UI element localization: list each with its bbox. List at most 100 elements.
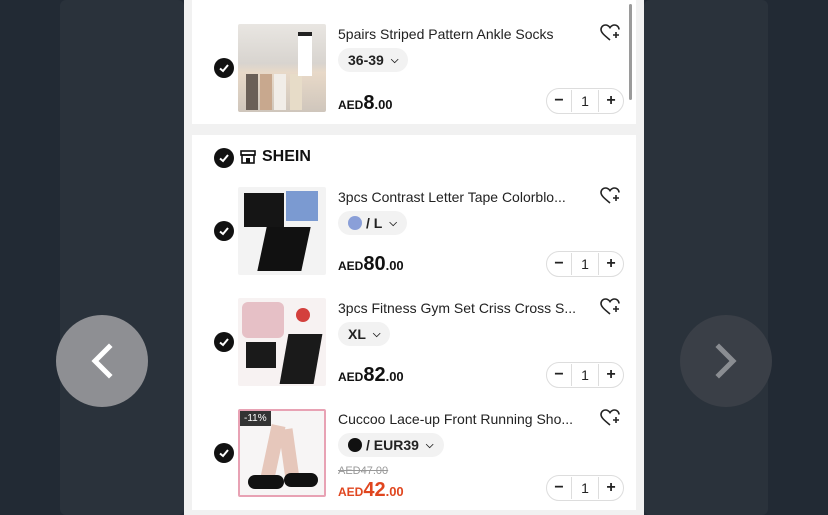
store-icon <box>240 150 256 164</box>
increase-quantity-button[interactable]: + <box>599 479 623 497</box>
bra-shape <box>286 191 318 221</box>
increase-quantity-button[interactable]: + <box>599 92 623 110</box>
price-integer: 80 <box>363 253 386 275</box>
background-page-left <box>60 0 184 515</box>
price-currency: AED <box>338 259 364 273</box>
color-swatch <box>348 438 362 452</box>
chevron-down-icon: ⌵ <box>390 54 399 66</box>
product-price: AED80.00 <box>338 253 404 276</box>
variant-label: / EUR39 <box>366 437 419 453</box>
leg-shape <box>278 428 300 480</box>
product-title[interactable]: 5pairs Striped Pattern Ankle Socks <box>338 26 588 42</box>
check-icon <box>219 338 229 347</box>
item-checkbox[interactable] <box>214 443 234 463</box>
leggings-shape <box>279 334 323 384</box>
check-icon <box>219 449 229 458</box>
hoodie-shape <box>242 302 284 338</box>
product-title[interactable]: Cuccoo Lace-up Front Running Sho... <box>338 411 588 427</box>
price-decimal: .00 <box>385 369 404 384</box>
discount-badge: -11% <box>240 411 271 426</box>
price-decimal: .00 <box>385 258 404 273</box>
product-title[interactable]: 3pcs Contrast Letter Tape Colorblo... <box>338 189 588 205</box>
variant-label: 36-39 <box>348 52 384 68</box>
quantity-value[interactable]: 1 <box>571 90 599 112</box>
cart-screenshot: 5pairs Striped Pattern Ankle Socks 36-39… <box>184 0 644 515</box>
shoe-shape <box>248 475 284 489</box>
bra-shape <box>246 342 276 368</box>
store-header[interactable]: SHEIN <box>240 148 311 166</box>
sale-price: AED42.00 <box>338 479 404 502</box>
sock-shape <box>298 32 312 76</box>
price-integer: 82 <box>363 364 386 386</box>
decrease-quantity-button[interactable]: − <box>547 92 571 110</box>
quantity-stepper: − 1 + <box>546 475 624 501</box>
quantity-stepper: − 1 + <box>546 88 624 114</box>
product-image[interactable]: -11% <box>238 409 326 497</box>
product-image[interactable] <box>238 187 326 275</box>
sock-shape <box>246 74 258 110</box>
heart-plus-icon[interactable] <box>600 187 620 205</box>
item-checkbox[interactable] <box>214 58 234 78</box>
quantity-value[interactable]: 1 <box>571 477 599 499</box>
chevron-down-icon: ⌵ <box>389 217 397 229</box>
decrease-quantity-button[interactable]: − <box>547 366 571 384</box>
chevron-right-icon <box>715 343 737 379</box>
variant-selector[interactable]: / L ⌵ <box>338 211 407 235</box>
chevron-down-icon: ⌵ <box>425 439 434 451</box>
sock-shape <box>260 74 272 110</box>
cart-item: -11% Cuccoo Lace-up Front Running Sho...… <box>192 403 636 503</box>
check-icon <box>219 227 229 236</box>
product-title[interactable]: 3pcs Fitness Gym Set Criss Cross S... <box>338 300 588 316</box>
heart-plus-icon[interactable] <box>600 24 620 42</box>
leggings-shape <box>257 227 311 271</box>
color-swatch <box>348 216 362 230</box>
cart-item: 5pairs Striped Pattern Ankle Socks 36-39… <box>192 18 636 118</box>
price-currency: AED <box>338 370 364 384</box>
item-checkbox[interactable] <box>214 332 234 352</box>
item-checkbox[interactable] <box>214 221 234 241</box>
check-icon <box>219 154 229 163</box>
variant-label: XL <box>348 326 366 342</box>
increase-quantity-button[interactable]: + <box>599 366 623 384</box>
variant-selector[interactable]: 36-39 ⌵ <box>338 48 409 72</box>
price-currency: AED <box>338 98 364 112</box>
shoe-shape <box>284 473 318 487</box>
price-currency: AED <box>338 485 364 499</box>
chevron-down-icon: ⌵ <box>372 328 381 340</box>
previous-image-button[interactable] <box>56 315 148 407</box>
product-image[interactable] <box>238 24 326 112</box>
store-checkbox[interactable] <box>214 148 234 168</box>
cart-item: 3pcs Fitness Gym Set Criss Cross S... XL… <box>192 292 636 392</box>
price-integer: 8 <box>363 92 375 114</box>
cart-item: 3pcs Contrast Letter Tape Colorblo... / … <box>192 181 636 281</box>
variant-selector[interactable]: / EUR39 ⌵ <box>338 433 444 457</box>
price-decimal: .00 <box>374 97 393 112</box>
accessory-shape <box>296 308 310 322</box>
background-page-right <box>644 0 768 515</box>
heart-plus-icon[interactable] <box>600 298 620 316</box>
tshirt-shape <box>244 193 284 227</box>
heart-plus-icon[interactable] <box>600 409 620 427</box>
store-name: SHEIN <box>262 148 311 165</box>
original-price: AED47.00 <box>338 465 389 477</box>
quantity-stepper: − 1 + <box>546 362 624 388</box>
quantity-stepper: − 1 + <box>546 251 624 277</box>
sock-shape <box>290 74 302 110</box>
variant-selector[interactable]: XL ⌵ <box>338 322 391 346</box>
cart-item-card-top: 5pairs Striped Pattern Ankle Socks 36-39… <box>192 0 636 124</box>
quantity-value[interactable]: 1 <box>571 253 599 275</box>
quantity-value[interactable]: 1 <box>571 364 599 386</box>
store-group-card: SHEIN 3pcs Contrast Letter Tape Colorblo… <box>192 135 636 510</box>
next-image-button[interactable] <box>680 315 772 407</box>
product-price: AED8.00 <box>338 92 393 115</box>
price-decimal: .00 <box>385 484 404 499</box>
product-price: AED82.00 <box>338 364 404 387</box>
sock-shape <box>274 74 286 110</box>
decrease-quantity-button[interactable]: − <box>547 479 571 497</box>
increase-quantity-button[interactable]: + <box>599 255 623 273</box>
check-icon <box>219 64 229 73</box>
decrease-quantity-button[interactable]: − <box>547 255 571 273</box>
chevron-left-icon <box>91 343 113 379</box>
product-image[interactable] <box>238 298 326 386</box>
variant-label: / L <box>366 215 383 231</box>
